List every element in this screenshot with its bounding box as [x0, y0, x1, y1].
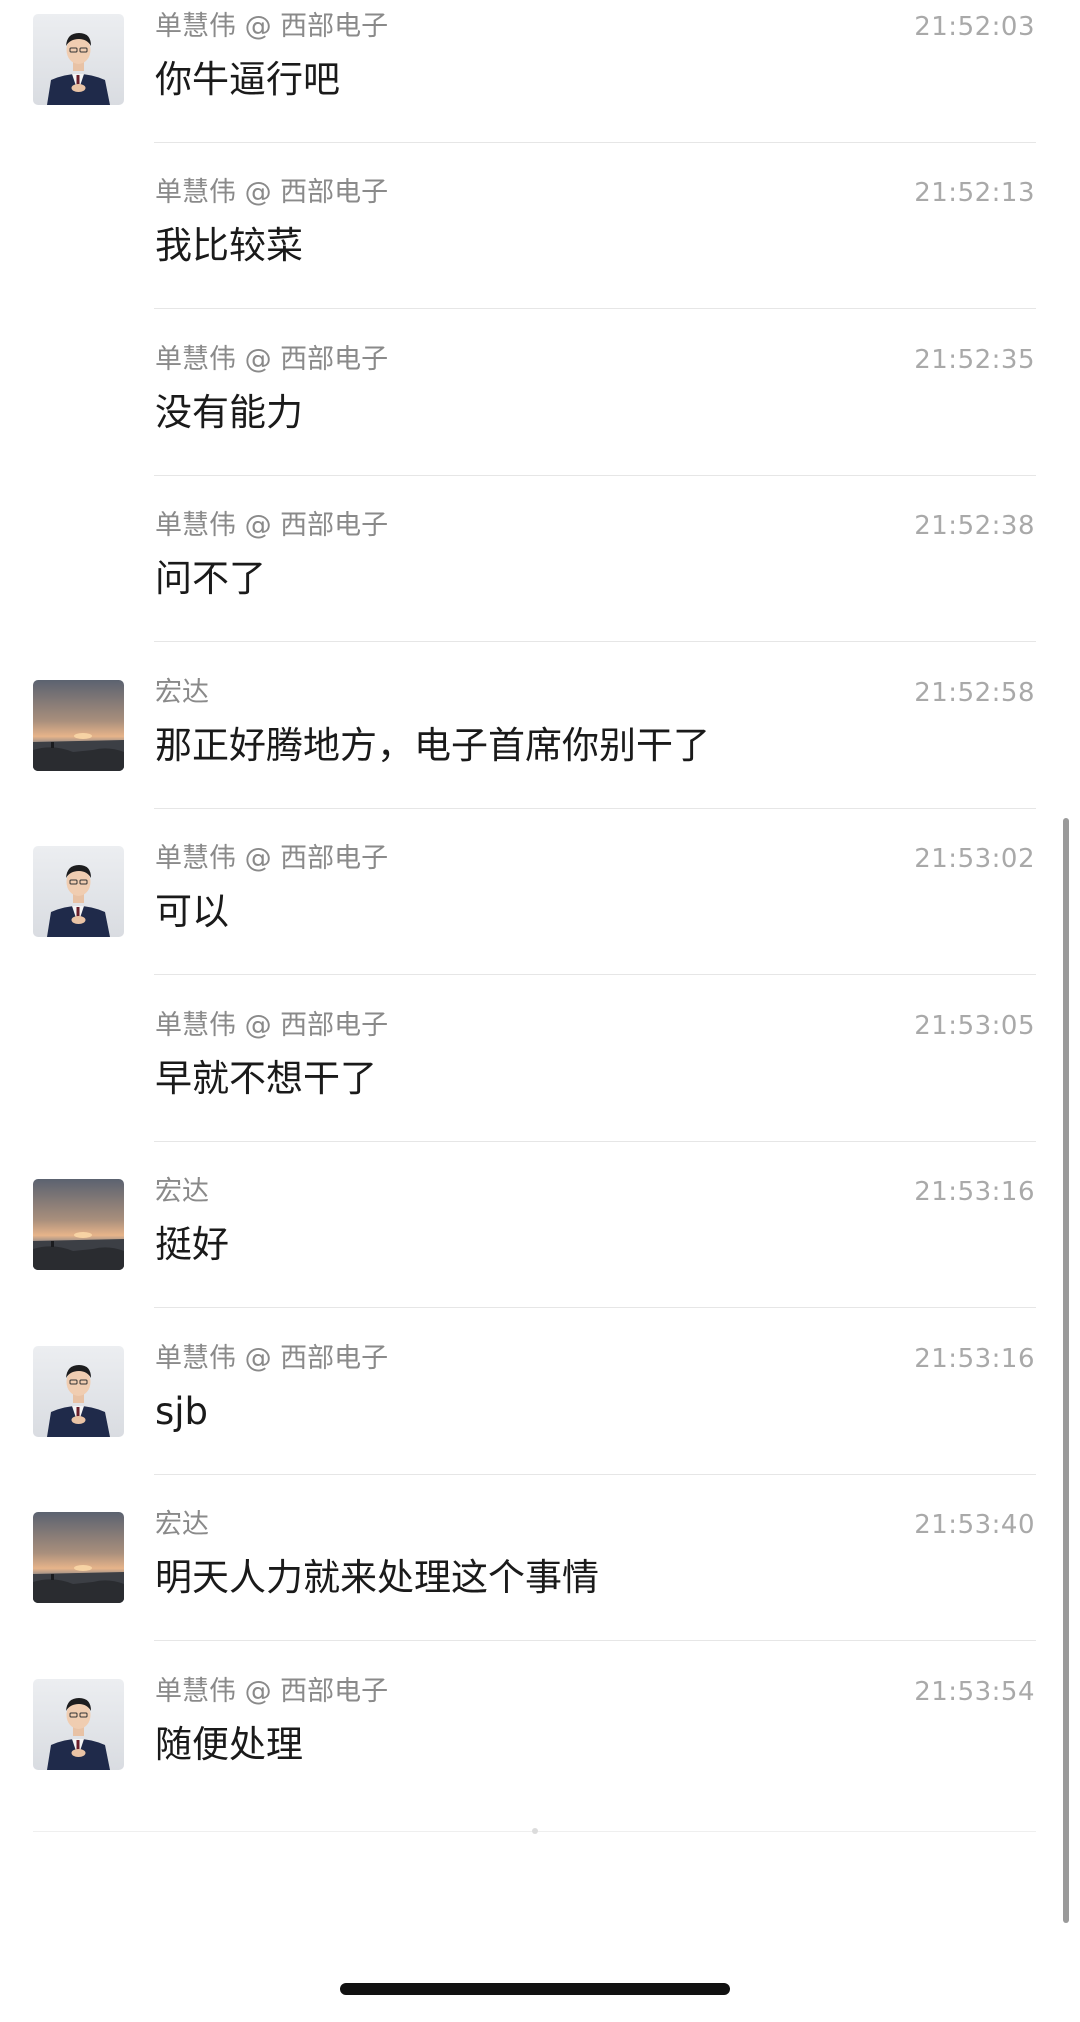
message-text[interactable]: 挺好 [155, 1222, 229, 1268]
message-time: 21:53:16 [914, 1344, 1035, 1374]
avatar[interactable] [33, 1179, 124, 1270]
message-time: 21:52:35 [914, 345, 1035, 375]
message-time: 21:53:54 [914, 1677, 1035, 1707]
avatar[interactable] [33, 14, 124, 105]
divider [154, 808, 1036, 809]
divider [154, 142, 1036, 143]
avatar[interactable] [33, 1679, 124, 1770]
divider [154, 1307, 1036, 1308]
message-row: 单慧伟 @ 西部电子 21:53:05 早就不想干了 [0, 999, 1080, 1165]
sunset-avatar-icon [33, 1512, 124, 1603]
avatar[interactable] [33, 680, 124, 771]
avatar[interactable] [33, 1346, 124, 1437]
avatar[interactable] [33, 1512, 124, 1603]
message-text[interactable]: 你牛逼行吧 [155, 57, 340, 103]
divider [154, 1640, 1036, 1641]
sender-name: 单慧伟 @ 西部电子 [155, 1010, 389, 1041]
message-time: 21:52:13 [914, 178, 1035, 208]
sender-name: 单慧伟 @ 西部电子 [155, 1676, 389, 1707]
sunset-avatar-icon [33, 1179, 124, 1270]
sender-name: 宏达 [155, 677, 209, 708]
divider [154, 1474, 1036, 1475]
message-text[interactable]: 那正好腾地方，电子首席你别干了 [155, 723, 710, 769]
home-indicator[interactable] [340, 1983, 730, 1995]
message-row: 单慧伟 @ 西部电子 21:53:02 可以 [0, 832, 1080, 998]
message-row: 单慧伟 @ 西部电子 21:52:38 问不了 [0, 499, 1080, 665]
message-time: 21:53:16 [914, 1177, 1035, 1207]
message-text[interactable]: 没有能力 [155, 390, 303, 436]
man-in-suit-avatar-icon [33, 14, 124, 105]
divider [154, 475, 1036, 476]
message-time: 21:53:02 [914, 844, 1035, 874]
divider [154, 308, 1036, 309]
message-time: 21:53:05 [914, 1011, 1035, 1041]
message-time: 21:52:58 [914, 678, 1035, 708]
message-row: 单慧伟 @ 西部电子 21:53:16 sjb [0, 1332, 1080, 1498]
sunset-avatar-icon [33, 680, 124, 771]
message-row: 宏达 21:53:16 挺好 [0, 1165, 1080, 1331]
man-in-suit-avatar-icon [33, 846, 124, 937]
man-in-suit-avatar-icon [33, 1346, 124, 1437]
message-row: 宏达 21:53:40 明天人力就来处理这个事情 [0, 1498, 1080, 1664]
avatar[interactable] [33, 846, 124, 937]
divider [154, 641, 1036, 642]
message-row: 宏达 21:52:58 那正好腾地方，电子首席你别干了 [0, 666, 1080, 832]
message-text[interactable]: 我比较菜 [155, 223, 303, 269]
scrollbar[interactable] [1063, 818, 1069, 1923]
message-row: 单慧伟 @ 西部电子 21:52:13 我比较菜 [0, 166, 1080, 332]
divider [154, 1141, 1036, 1142]
message-text[interactable]: sjb [155, 1389, 208, 1435]
message-text[interactable]: 随便处理 [155, 1722, 303, 1768]
man-in-suit-avatar-icon [33, 1679, 124, 1770]
message-row: 单慧伟 @ 西部电子 21:52:03 你牛逼行吧 [0, 0, 1080, 166]
sender-name: 单慧伟 @ 西部电子 [155, 344, 389, 375]
sender-name: 单慧伟 @ 西部电子 [155, 11, 389, 42]
sender-name: 单慧伟 @ 西部电子 [155, 510, 389, 541]
message-text[interactable]: 早就不想干了 [155, 1056, 377, 1102]
sender-name: 宏达 [155, 1176, 209, 1207]
message-time: 21:52:38 [914, 511, 1035, 541]
message-row: 单慧伟 @ 西部电子 21:53:54 随便处理 [0, 1665, 1080, 1831]
sender-name: 单慧伟 @ 西部电子 [155, 843, 389, 874]
list-end-dot [532, 1828, 538, 1834]
sender-name: 宏达 [155, 1509, 209, 1540]
message-row: 单慧伟 @ 西部电子 21:52:35 没有能力 [0, 333, 1080, 499]
sender-name: 单慧伟 @ 西部电子 [155, 1343, 389, 1374]
message-text[interactable]: 明天人力就来处理这个事情 [155, 1555, 599, 1601]
message-text[interactable]: 可以 [155, 889, 229, 935]
message-time: 21:53:40 [914, 1510, 1035, 1540]
message-time: 21:52:03 [914, 12, 1035, 42]
sender-name: 单慧伟 @ 西部电子 [155, 177, 389, 208]
divider [154, 974, 1036, 975]
message-text[interactable]: 问不了 [155, 556, 266, 602]
